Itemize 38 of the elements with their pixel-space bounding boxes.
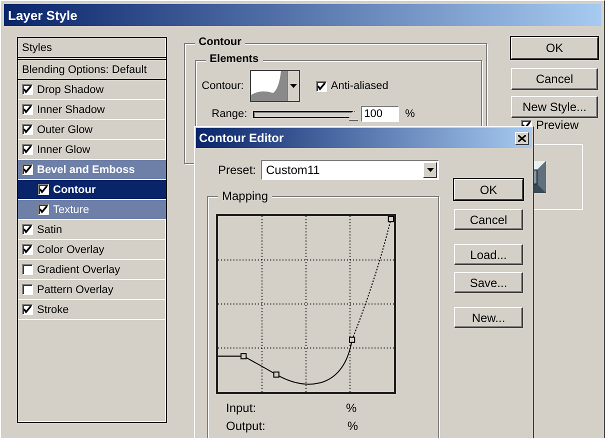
group-title: Elements <box>206 53 263 65</box>
styles-header[interactable]: Styles <box>18 38 166 60</box>
blending-options-item[interactable]: Blending Options: Default <box>18 60 166 80</box>
range-label: Range: <box>212 108 248 120</box>
style-list-item[interactable]: Contour <box>18 180 166 200</box>
dialog-button[interactable]: Load... <box>454 244 523 265</box>
output-label: Output: <box>226 419 266 433</box>
dialog-button[interactable]: New Style... <box>511 96 598 118</box>
input-label: Input: <box>226 401 256 415</box>
style-list-item[interactable]: Stroke <box>18 300 166 320</box>
preset-dropdown[interactable]: Custom11 <box>261 160 439 180</box>
dialog-button[interactable]: Cancel <box>454 209 523 230</box>
dialog-button[interactable]: Cancel <box>511 68 598 90</box>
style-list-item[interactable]: Inner Shadow <box>18 100 166 120</box>
preview-label: Preview <box>536 118 579 132</box>
style-list-item[interactable]: Gradient Overlay <box>18 260 166 280</box>
output-unit: % <box>347 419 358 433</box>
dialog-title: Contour Editor <box>199 131 284 145</box>
dialog-button[interactable]: OK <box>511 37 598 59</box>
style-list-item[interactable]: Satin <box>18 220 166 240</box>
window-title: Layer Style <box>8 8 78 22</box>
style-list-item[interactable]: Bevel and Emboss <box>18 160 166 180</box>
input-unit: % <box>346 401 357 415</box>
style-list-item[interactable]: Drop Shadow <box>18 80 166 100</box>
dialog-button[interactable]: OK <box>454 179 523 200</box>
percent-sign: % <box>405 108 415 120</box>
style-list-item[interactable]: Color Overlay <box>18 240 166 260</box>
preset-label: Preset: <box>218 163 256 177</box>
style-list-item[interactable]: Texture <box>18 200 166 220</box>
dialog-button[interactable]: Save... <box>454 272 523 293</box>
dialog-button[interactable]: New... <box>454 307 523 328</box>
style-list-item[interactable]: Pattern Overlay <box>18 280 166 300</box>
range-input[interactable]: 100 <box>361 106 400 122</box>
style-list-item[interactable]: Outer Glow <box>18 120 166 140</box>
group-title: Contour <box>194 36 246 48</box>
contour-label: Contour: <box>202 80 244 92</box>
group-title: Mapping <box>218 189 272 203</box>
anti-aliased-label: Anti-aliased <box>330 80 388 92</box>
